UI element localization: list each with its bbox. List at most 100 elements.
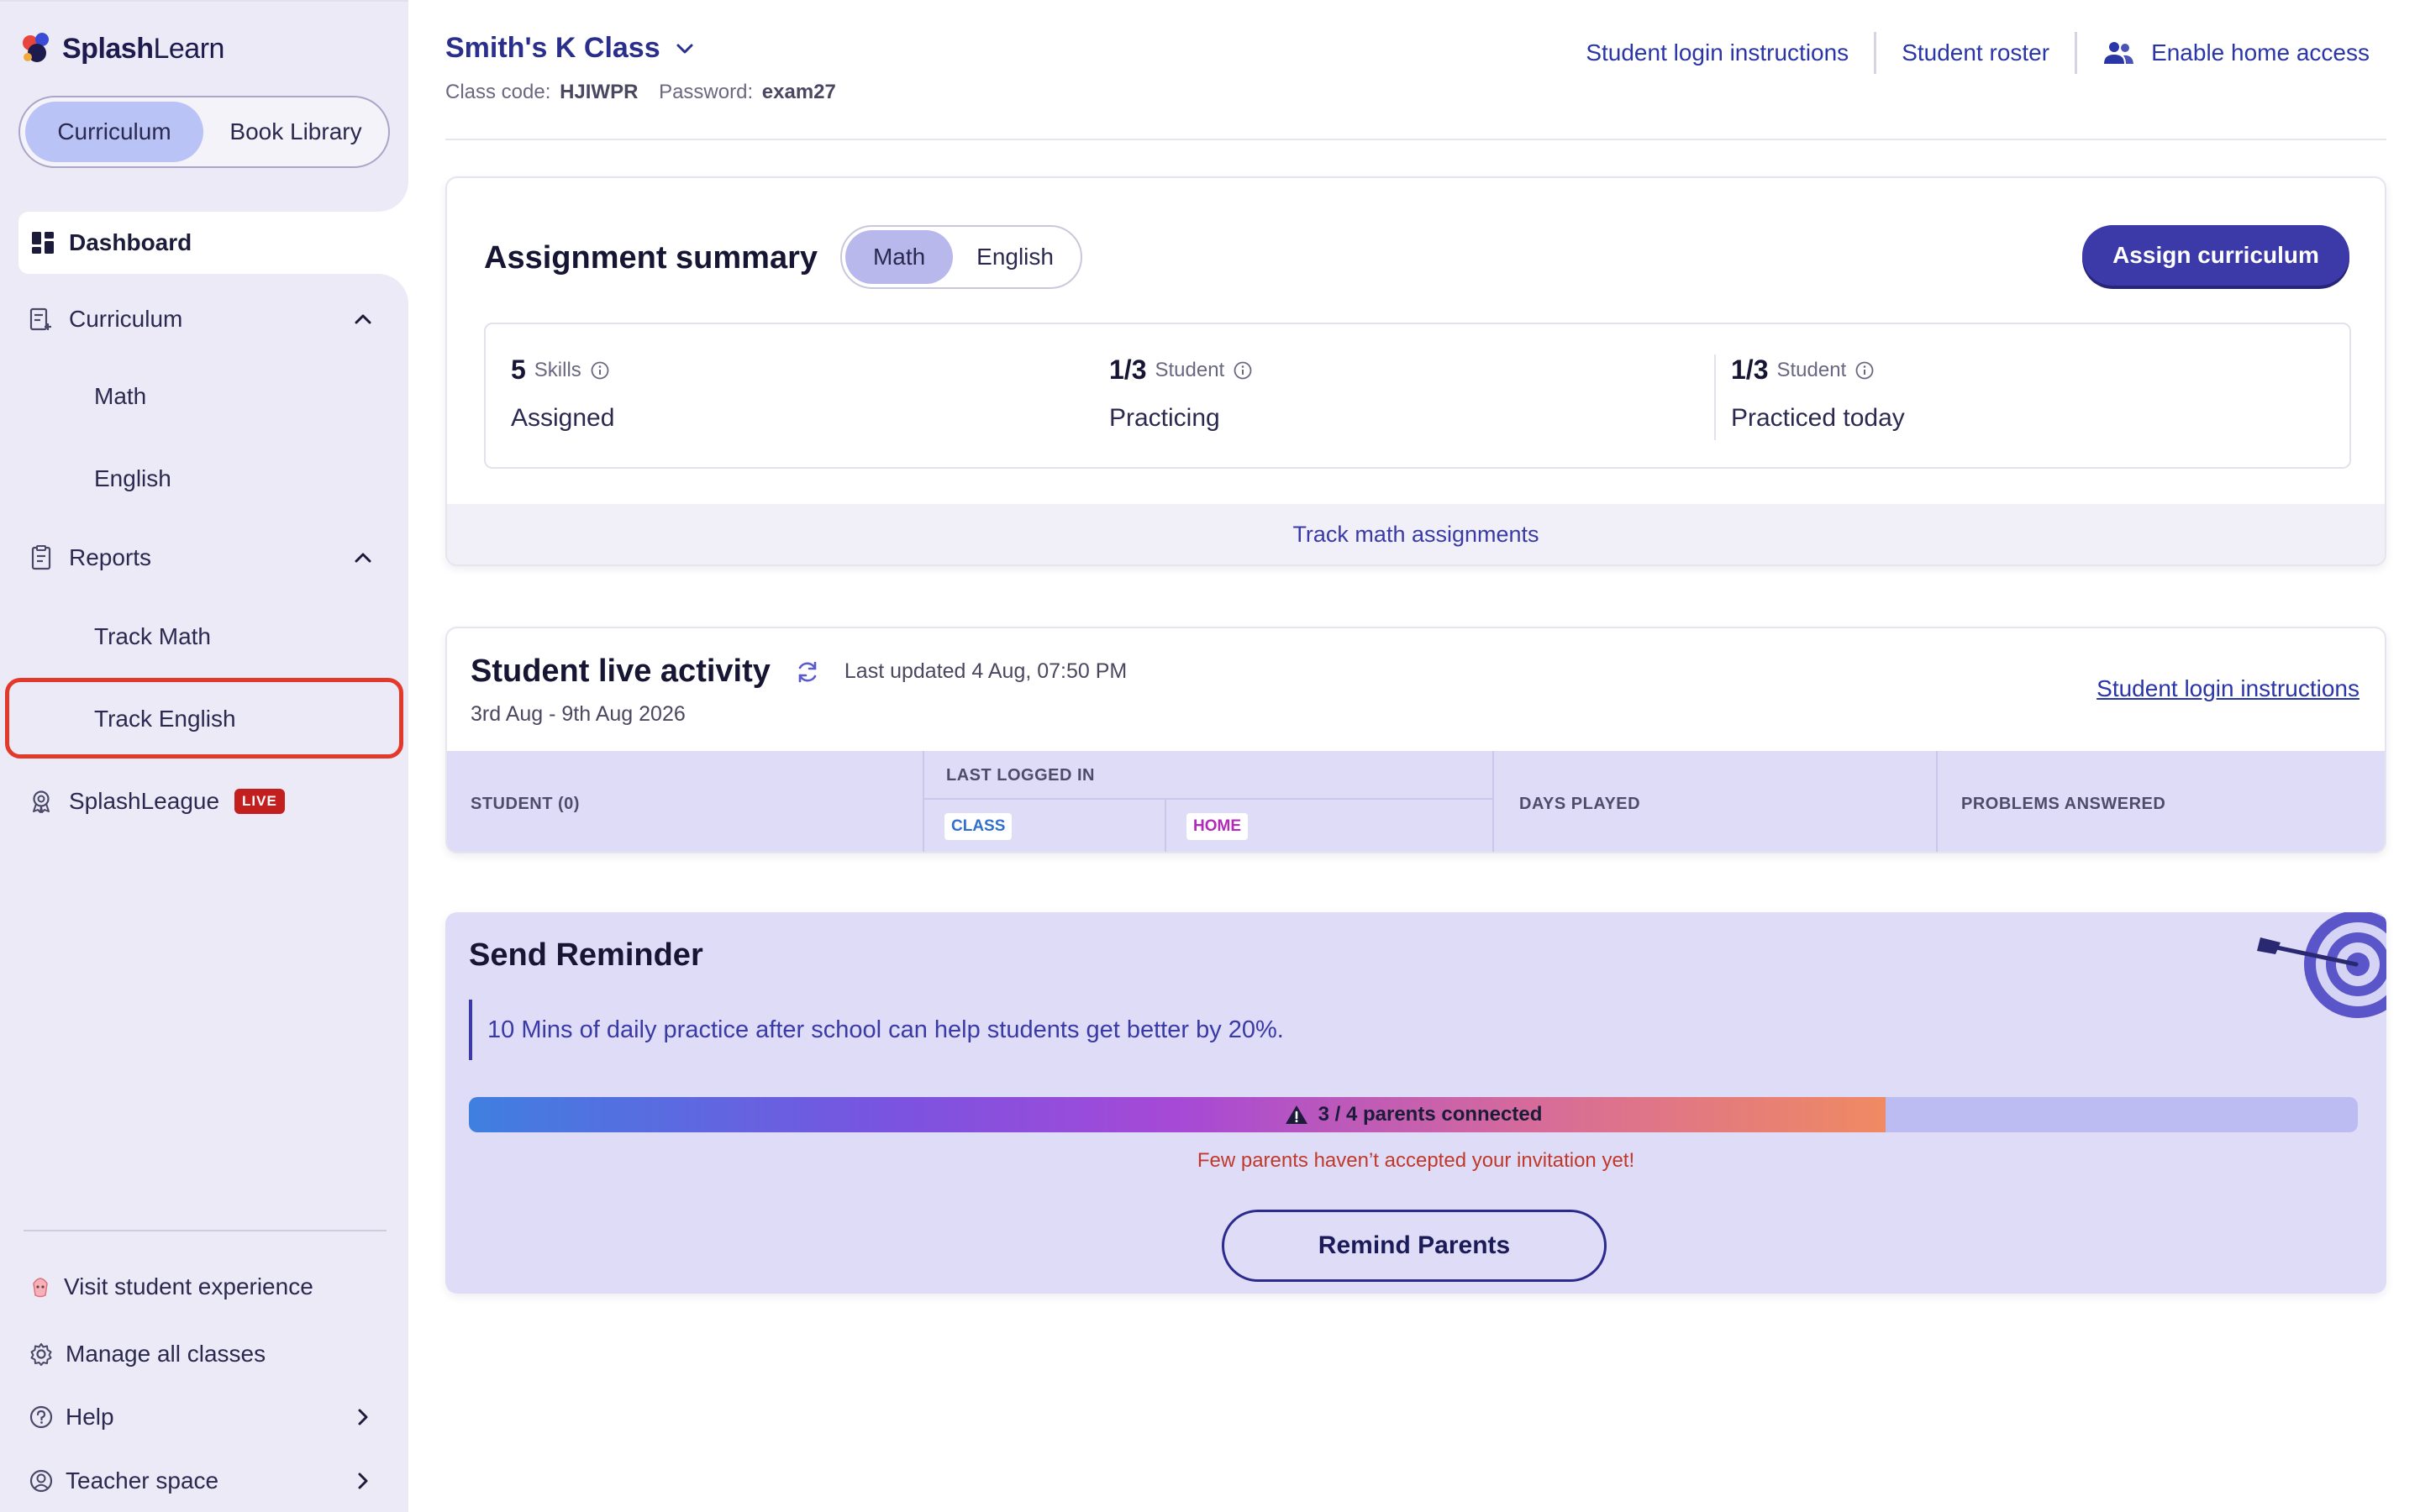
- progress-text: 3 / 4 parents connected: [1318, 1103, 1543, 1126]
- sidebar-subitem-math[interactable]: Math: [94, 383, 146, 410]
- stat-value: 1/3: [1731, 354, 1769, 385]
- target-icon: [2257, 912, 2386, 1018]
- send-reminder-card: Send Reminder 10 Mins of daily practice …: [445, 912, 2386, 1294]
- last-updated-text: Last updated 4 Aug, 07:50 PM: [844, 659, 1128, 683]
- sidebar-item-label: SplashLeague: [69, 788, 220, 814]
- sidebar-item-label: Dashboard: [69, 229, 192, 255]
- sidebar-item-dashboard[interactable]: Dashboard: [18, 212, 408, 274]
- invitation-warning-text: Few parents haven’t accepted your invita…: [1197, 1149, 1635, 1172]
- column-header-student[interactable]: STUDENT (0): [471, 795, 580, 814]
- tag-class: CLASS: [944, 813, 1013, 840]
- enable-home-access-link[interactable]: Enable home access: [2077, 39, 2370, 66]
- curriculum-library-toggle: Curriculum Book Library: [18, 96, 390, 168]
- chevron-down-icon: [676, 44, 693, 53]
- assignment-summary-card: Assignment summary Math English Assign c…: [445, 176, 2386, 566]
- users-icon: [2104, 42, 2134, 64]
- sidebar-subitem-english[interactable]: English: [94, 465, 171, 492]
- sidebar-footer-help[interactable]: Help: [29, 1396, 385, 1438]
- chevron-right-icon: [358, 1409, 368, 1425]
- help-icon: [29, 1405, 53, 1429]
- book-library-tab[interactable]: Book Library: [212, 102, 380, 162]
- brand-logo[interactable]: SplashLearn: [18, 27, 224, 71]
- stat-value: 5: [511, 354, 526, 385]
- column-separator: [1936, 751, 1938, 852]
- reminder-tip-text: 10 Mins of daily practice after school c…: [469, 1000, 1284, 1060]
- sidebar-divider: [24, 1230, 387, 1231]
- activity-table-header: STUDENT (0) LAST LOGGED IN CLASS HOME DA…: [447, 751, 2385, 852]
- chevron-up-icon[interactable]: [350, 544, 376, 571]
- assignment-stats: 5 Skills Assigned 1/3 Student Practicing…: [484, 323, 2351, 469]
- sidebar-footer-label: Manage all classes: [66, 1341, 266, 1367]
- brand-name: SplashLearn: [62, 32, 224, 65]
- column-header-days-played[interactable]: DAYS PLAYED: [1519, 795, 1640, 814]
- dashboard-icon: [32, 232, 54, 254]
- student-experience-icon: [33, 1278, 48, 1298]
- award-icon: [33, 790, 50, 813]
- curriculum-tab[interactable]: Curriculum: [25, 102, 203, 162]
- stat-unit: Student: [1776, 358, 1847, 381]
- info-icon[interactable]: [590, 360, 610, 381]
- chevron-up-icon[interactable]: [350, 306, 376, 333]
- column-header-problems-answered[interactable]: PROBLEMS ANSWERED: [1961, 795, 2165, 814]
- sidebar-footer-label: Visit student experience: [64, 1273, 313, 1299]
- stat-label: Assigned: [511, 404, 615, 432]
- sidebar-footer-visit-student-experience[interactable]: Visit student experience: [29, 1266, 385, 1308]
- sidebar-item-label: Reports: [69, 544, 152, 570]
- sidebar-footer-teacher-space[interactable]: Teacher space: [29, 1460, 385, 1502]
- info-icon[interactable]: [1854, 360, 1875, 381]
- sidebar-item-curriculum[interactable]: Curriculum: [29, 294, 385, 344]
- live-activity-date-range: 3rd Aug - 9th Aug 2026: [471, 702, 686, 726]
- header-links: Student login instructions Student roste…: [1560, 32, 2370, 74]
- track-assignments-bar: Track math assignments: [447, 504, 2385, 564]
- sidebar-subitem-track-english[interactable]: Track English: [94, 706, 236, 732]
- password-label: Password:: [659, 81, 754, 103]
- teacher-avatar-icon: [29, 1469, 53, 1493]
- subheader-separator: [923, 798, 1492, 800]
- stat-practicing: 1/3 Student Practicing: [1109, 354, 1253, 433]
- send-reminder-title: Send Reminder: [469, 937, 703, 973]
- refresh-icon[interactable]: [794, 659, 821, 685]
- sidebar-item-splashleague[interactable]: SplashLeague LIVE: [29, 776, 385, 827]
- curriculum-icon: [29, 307, 51, 331]
- column-separator: [1165, 798, 1166, 852]
- class-code-label: Class code:: [445, 81, 551, 103]
- stat-value: 1/3: [1109, 354, 1147, 385]
- gear-icon: [30, 1343, 52, 1366]
- student-login-instructions-link[interactable]: Student login instructions: [1560, 39, 1874, 66]
- column-header-last-logged-in[interactable]: LAST LOGGED IN: [946, 766, 1095, 785]
- sidebar-subitem-track-math[interactable]: Track Math: [94, 623, 211, 650]
- sidebar-item-reports[interactable]: Reports: [29, 533, 385, 583]
- class-code-value: HJIWPR: [560, 81, 639, 103]
- column-separator: [923, 751, 924, 852]
- assign-curriculum-button[interactable]: Assign curriculum: [2082, 225, 2349, 286]
- stat-label: Practiced today: [1731, 404, 1905, 432]
- dashboard-curve-decoration: [373, 178, 408, 212]
- chevron-right-icon: [358, 1473, 368, 1489]
- track-math-assignments-link[interactable]: Track math assignments: [1292, 522, 1539, 548]
- tag-home: HOME: [1186, 813, 1248, 840]
- parents-connected-progress: 3 / 4 parents connected: [469, 1097, 2358, 1132]
- student-login-instructions-link[interactable]: Student login instructions: [2096, 675, 2360, 702]
- sidebar-footer-label: Teacher space: [66, 1467, 219, 1494]
- live-activity-header: Student live activity Last updated 4 Aug…: [471, 654, 1127, 690]
- sidebar: SplashLearn Curriculum Book Library Dash…: [0, 0, 408, 1512]
- column-separator: [1492, 751, 1494, 852]
- sidebar-footer-label: Help: [66, 1404, 114, 1430]
- stat-divider: [1714, 354, 1716, 440]
- warning-icon: [1285, 1105, 1307, 1124]
- sidebar-footer-manage-all-classes[interactable]: Manage all classes: [29, 1333, 385, 1375]
- stat-label: Practicing: [1109, 404, 1220, 432]
- info-icon[interactable]: [1233, 360, 1253, 381]
- stat-unit: Student: [1155, 358, 1225, 381]
- sidebar-item-label: Curriculum: [69, 306, 183, 332]
- splashlearn-logo-icon: [23, 33, 49, 62]
- subject-tab-english[interactable]: English: [953, 230, 1077, 284]
- subject-tab-math[interactable]: Math: [845, 230, 954, 284]
- student-live-activity-card: Student live activity Last updated 4 Aug…: [445, 627, 2386, 853]
- sidebar-nav-background: [0, 203, 408, 1512]
- remind-parents-button[interactable]: Remind Parents: [1222, 1210, 1607, 1282]
- stat-unit: Skills: [534, 358, 581, 381]
- progress-label: 3 / 4 parents connected: [469, 1097, 2358, 1132]
- class-selector[interactable]: Smith's K Class: [445, 32, 697, 65]
- student-roster-link[interactable]: Student roster: [1876, 39, 2075, 66]
